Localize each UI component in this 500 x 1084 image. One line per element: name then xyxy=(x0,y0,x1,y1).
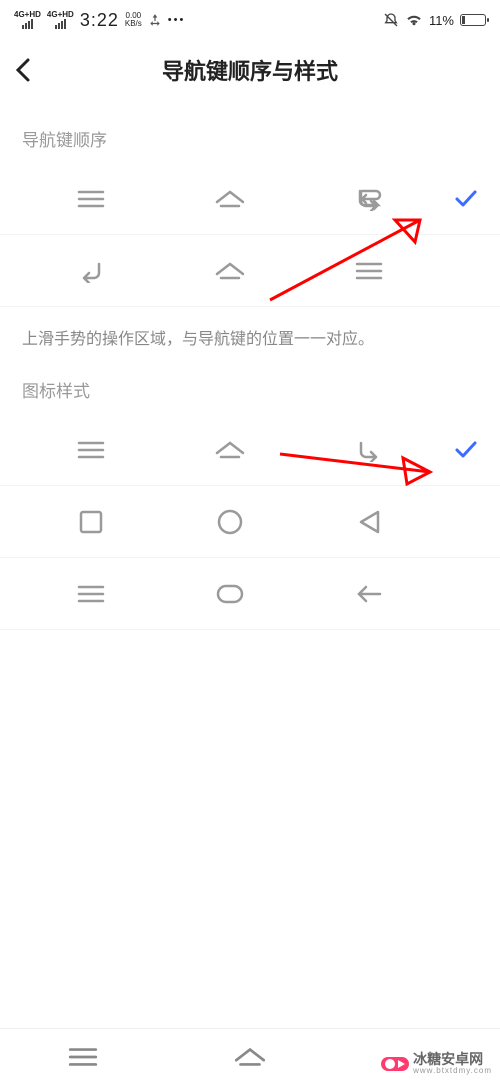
dnd-icon xyxy=(383,12,399,28)
clock: 3:22 xyxy=(80,10,119,31)
arrow-left-icon xyxy=(299,583,438,605)
watermark: 冰糖安卓网 www.btxtdmy.com xyxy=(381,1052,492,1076)
page-title: 导航键顺序与样式 xyxy=(162,54,338,86)
square-icon xyxy=(22,508,161,536)
status-left: 4G+HD 4G+HD 3:22 0.00KB/s ••• xyxy=(14,10,185,31)
menu-icon xyxy=(22,187,161,211)
more-icon: ••• xyxy=(168,14,186,26)
watermark-url: www.btxtdmy.com xyxy=(413,1067,492,1076)
status-bar: 4G+HD 4G+HD 3:22 0.00KB/s ••• 11% xyxy=(0,0,500,40)
signal-1: 4G+HD xyxy=(14,11,41,29)
battery-pct: 11% xyxy=(429,13,454,28)
pill-icon xyxy=(161,583,300,605)
page-header: 导航键顺序与样式 xyxy=(0,40,500,100)
back-icon xyxy=(299,438,438,462)
triangle-back-icon xyxy=(299,508,438,536)
menu-icon xyxy=(299,259,438,283)
back-icon xyxy=(22,259,161,283)
menu-icon xyxy=(22,438,161,462)
home-icon xyxy=(161,438,300,462)
home-icon xyxy=(161,187,300,211)
style-row-1[interactable] xyxy=(0,486,500,558)
style-row-0[interactable] xyxy=(0,414,500,486)
hotspot-icon xyxy=(148,13,162,27)
back-button[interactable] xyxy=(14,56,32,84)
nav-menu-button[interactable] xyxy=(0,1045,167,1069)
section-label-style: 图标样式 xyxy=(0,351,500,414)
nav-home-button[interactable] xyxy=(167,1045,334,1069)
watermark-badge-icon xyxy=(381,1057,409,1071)
style-row-2[interactable] xyxy=(0,558,500,630)
watermark-text: 冰糖安卓网 xyxy=(413,1052,492,1067)
circle-icon xyxy=(161,508,300,536)
check-icon xyxy=(438,189,478,209)
section-label-order: 导航键顺序 xyxy=(0,100,500,163)
signal-2: 4G+HD xyxy=(47,11,74,29)
back-icon xyxy=(299,187,438,211)
net-speed: 0.00KB/s xyxy=(125,12,142,28)
order-row-0[interactable] xyxy=(0,163,500,235)
check-icon xyxy=(438,440,478,460)
menu-icon xyxy=(22,583,161,605)
order-row-1[interactable] xyxy=(0,235,500,307)
order-hint: 上滑手势的操作区域，与导航键的位置一一对应。 xyxy=(0,307,500,351)
battery-icon xyxy=(460,14,486,26)
wifi-icon xyxy=(405,13,423,27)
status-right: 11% xyxy=(383,12,486,28)
home-icon xyxy=(161,259,300,283)
